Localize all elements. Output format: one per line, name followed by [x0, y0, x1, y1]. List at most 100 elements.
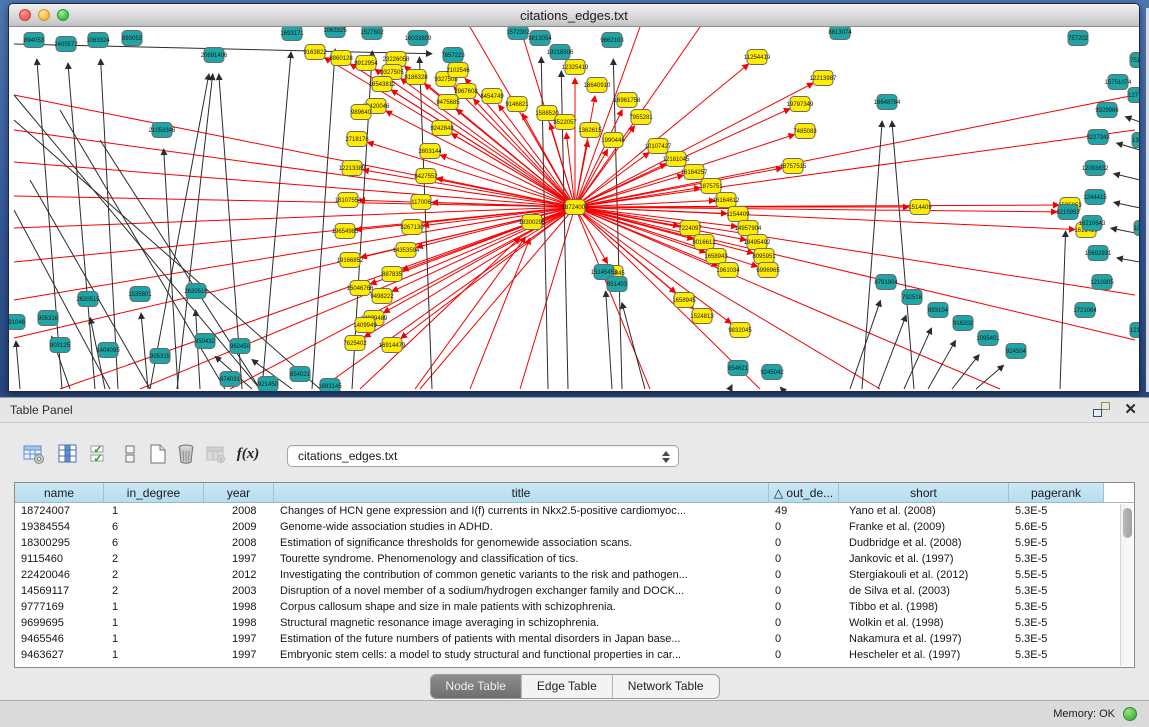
- svg-text:751023: 751023: [1130, 58, 1139, 64]
- cell-out_de: 0: [769, 615, 839, 631]
- column-header-short[interactable]: short: [839, 483, 1009, 502]
- column-header-title[interactable]: title: [274, 483, 769, 502]
- table-row[interactable]: 977716911998Corpus callosum shape and si…: [15, 599, 1134, 615]
- cell-short: de Silva et al. (2003): [839, 583, 1009, 599]
- cell-name: 18724007: [15, 503, 104, 519]
- new-table-icon[interactable]: [146, 441, 170, 467]
- cell-pagerank: 5.3E-5: [1009, 551, 1104, 567]
- column-header-name[interactable]: name: [15, 483, 104, 502]
- column-visibility-icon[interactable]: [56, 441, 80, 467]
- cell-short: Jankovic et al. (1997): [839, 551, 1009, 567]
- column-header-year[interactable]: year: [204, 483, 274, 502]
- table-rows-icon[interactable]: [118, 441, 142, 467]
- delete-table-icon[interactable]: [174, 441, 198, 467]
- svg-text:2967608: 2967608: [454, 89, 478, 95]
- svg-text:8016612: 8016612: [692, 240, 716, 246]
- tab-node-table[interactable]: Node Table: [430, 675, 522, 698]
- float-window-icon[interactable]: [1093, 402, 1110, 417]
- table-row[interactable]: 946362711997Embryonic stem cells: a mode…: [15, 647, 1134, 663]
- scrollbar-thumb[interactable]: [1123, 508, 1132, 538]
- cell-year: 1998: [204, 615, 274, 631]
- tab-edge-table[interactable]: Edge Table: [522, 675, 613, 698]
- svg-text:1063325: 1063325: [323, 28, 347, 34]
- svg-text:1990446: 1990446: [601, 138, 625, 144]
- svg-text:18724007: 18724007: [562, 205, 589, 211]
- svg-text:134502: 134502: [1132, 138, 1139, 144]
- function-builder-icon[interactable]: f(x): [236, 441, 260, 467]
- cell-short: Tibbo et al. (1998): [839, 599, 1009, 615]
- table-row[interactable]: 2242004622012Investigating the contribut…: [15, 567, 1134, 583]
- svg-text:23226058: 23226058: [383, 57, 410, 63]
- svg-text:8267130: 8267130: [400, 225, 424, 231]
- cell-in_degree: 2: [104, 551, 204, 567]
- svg-text:18107554: 18107554: [335, 198, 362, 204]
- column-header-in_degree[interactable]: in_degree: [104, 483, 204, 502]
- svg-text:921450: 921450: [258, 382, 279, 388]
- table-row[interactable]: 1938455462009Genome-wide association stu…: [15, 519, 1134, 535]
- svg-text:9242848: 9242848: [430, 126, 454, 132]
- cell-name: 9463627: [15, 647, 104, 663]
- cell-name: 9115460: [15, 551, 104, 567]
- svg-text:792518: 792518: [902, 295, 923, 301]
- table-row[interactable]: 911546021997Tourette syndrome. Phenomeno…: [15, 551, 1134, 567]
- svg-text:108231: 108231: [1134, 226, 1139, 232]
- svg-text:8813054: 8813054: [528, 36, 552, 42]
- cell-year: 1997: [204, 631, 274, 647]
- network-view-window[interactable]: citations_edges.txt 91638228860128891295…: [8, 3, 1140, 392]
- table-row[interactable]: 946554611997Estimation of the future num…: [15, 631, 1134, 647]
- citation-network-graph[interactable]: 9163822886012889129542322605893275051654…: [9, 27, 1139, 391]
- cell-year: 2008: [204, 503, 274, 519]
- svg-text:9327505: 9327505: [380, 70, 404, 76]
- svg-text:8813074: 8813074: [828, 30, 852, 36]
- cell-title: Corpus callosum shape and size in male p…: [274, 599, 769, 615]
- svg-text:9862103: 9862103: [600, 38, 624, 44]
- cell-title: Investigating the contribution of common…: [274, 567, 769, 583]
- cell-title: Genome-wide association studies in ADHD.: [274, 519, 769, 535]
- table-row[interactable]: 1830029562008Estimation of significance …: [15, 535, 1134, 551]
- close-icon[interactable]: ✕: [1124, 402, 1137, 417]
- cell-year: 2012: [204, 567, 274, 583]
- svg-text:916202: 916202: [953, 321, 974, 327]
- svg-text:1527602: 1527602: [360, 30, 384, 36]
- svg-text:10107427: 10107427: [645, 144, 672, 150]
- column-header-out_de[interactable]: △ out_de...: [769, 483, 839, 502]
- svg-text:18640910: 18640910: [584, 83, 611, 89]
- column-header-pagerank[interactable]: pagerank: [1009, 483, 1104, 502]
- svg-text:12213987: 12213987: [810, 76, 837, 82]
- cell-short: Franke et al. (2009): [839, 519, 1009, 535]
- network-canvas[interactable]: 9163822886012889129542322605893275051654…: [9, 27, 1139, 391]
- cell-out_de: 0: [769, 567, 839, 583]
- svg-text:903125: 903125: [50, 343, 71, 349]
- network-window-titlebar[interactable]: citations_edges.txt: [9, 4, 1139, 27]
- svg-text:18495492: 18495492: [744, 240, 771, 246]
- svg-text:1514409: 1514409: [908, 205, 932, 211]
- table-row[interactable]: 1456911722003Disruption of a novel membe…: [15, 583, 1134, 599]
- svg-text:1210305: 1210305: [1090, 280, 1114, 286]
- cell-pagerank: 5.3E-5: [1009, 631, 1104, 647]
- table-vertical-scrollbar[interactable]: [1120, 504, 1133, 666]
- svg-text:117006: 117006: [411, 200, 431, 206]
- network-window-title: citations_edges.txt: [9, 8, 1139, 23]
- svg-text:11254419: 11254419: [744, 55, 771, 61]
- svg-text:894053: 894053: [24, 38, 45, 44]
- row-selection-icon[interactable]: ✓✓: [88, 441, 112, 467]
- tab-network-table[interactable]: Network Table: [613, 675, 719, 698]
- svg-text:121030: 121030: [1130, 328, 1139, 334]
- svg-text:854621: 854621: [728, 366, 749, 372]
- table-select-dropdown[interactable]: citations_edges.txt: [287, 445, 679, 467]
- cell-out_de: 0: [769, 535, 839, 551]
- svg-text:2102546: 2102546: [446, 68, 470, 74]
- cell-short: Dudbridge et al. (2008): [839, 535, 1009, 551]
- svg-text:2718176: 2718176: [345, 137, 369, 143]
- table-row[interactable]: 1872400712008Changes of HCN gene express…: [15, 503, 1134, 519]
- cytoscape-root: citations_edges.txt 91638228860128891295…: [0, 0, 1149, 727]
- svg-text:1961034: 1961034: [716, 268, 740, 274]
- column-header-filler: [1104, 483, 1134, 502]
- table-header-row[interactable]: namein_degreeyeartitle△ out_de...shortpa…: [15, 483, 1134, 503]
- table-row[interactable]: 969969511998Structural magnetic resonanc…: [15, 615, 1134, 631]
- svg-text:7224097: 7224097: [678, 226, 702, 232]
- svg-text:15751074: 15751074: [1105, 80, 1132, 86]
- cell-pagerank: 5.9E-5: [1009, 535, 1104, 551]
- svg-text:8522057: 8522057: [553, 120, 577, 126]
- table-options-icon[interactable]: [22, 441, 46, 467]
